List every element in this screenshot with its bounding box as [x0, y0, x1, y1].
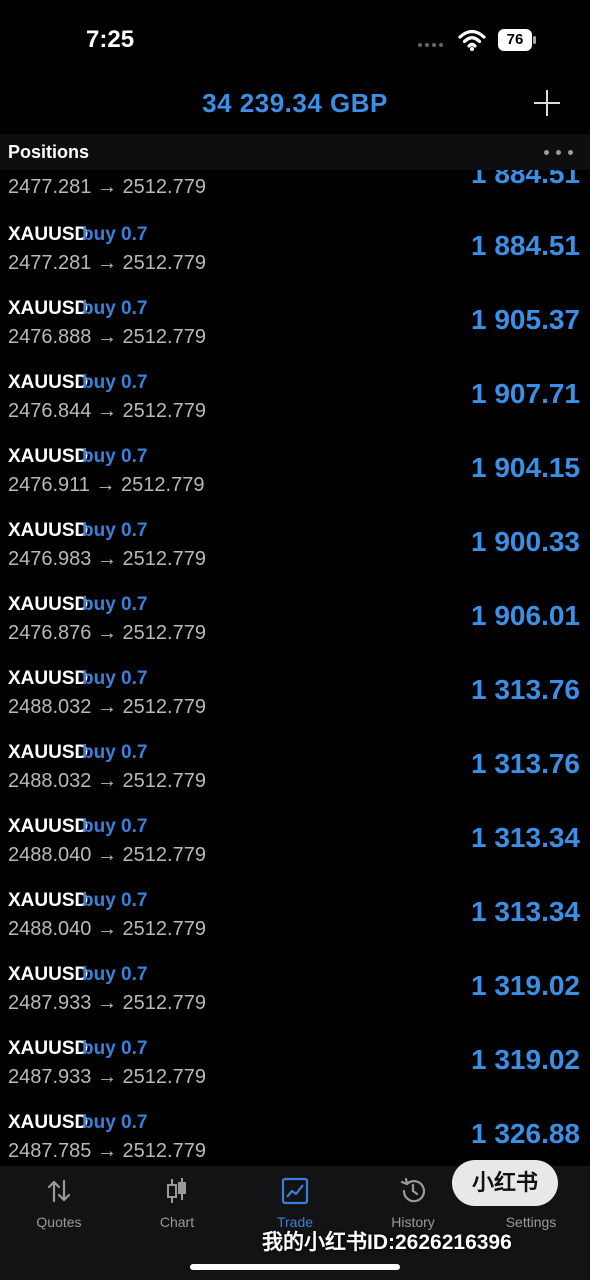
- position-profit: 1 319.02: [471, 970, 580, 1001]
- position-row[interactable]: XAUUSD buy 0.7 2476.844 → 2512.779 1 907…: [0, 364, 590, 438]
- position-prices: 2477.281 → 2512.779: [8, 252, 206, 274]
- position-prices: 2476.983 → 2512.779: [8, 548, 206, 570]
- position-side: buy 0.7: [82, 964, 148, 985]
- position-prices: 2488.032 → 2512.779: [8, 696, 206, 718]
- position-row[interactable]: XAUUSD buy 0.7 2488.040 → 2512.779 1 313…: [0, 808, 590, 882]
- position-symbol: XAUUSD: [8, 1038, 89, 1059]
- position-row[interactable]: XAUUSD buy 0.7 2488.040 → 2512.779 1 313…: [0, 882, 590, 956]
- position-side: buy 0.7: [82, 372, 148, 393]
- position-profit: 1 313.76: [471, 748, 580, 779]
- position-row[interactable]: XAUUSD buy 0.7 2476.888 → 2512.779 1 905…: [0, 290, 590, 364]
- add-order-button[interactable]: [530, 86, 564, 120]
- battery-icon: 76: [498, 29, 536, 51]
- tab-quotes[interactable]: Quotes: [0, 1166, 118, 1246]
- position-symbol: XAUUSD: [8, 668, 89, 689]
- position-prices: 2487.785 → 2512.779: [8, 1140, 206, 1162]
- position-profit: 1 326.88: [471, 1118, 580, 1149]
- history-icon: [400, 1177, 426, 1203]
- account-balance[interactable]: 34 239.34 GBP: [0, 88, 590, 119]
- wifi-icon: [458, 29, 486, 51]
- position-side: buy 0.7: [82, 742, 148, 763]
- position-row[interactable]: XAUUSD buy 0.7 2476.983 → 2512.779 1 900…: [0, 512, 590, 586]
- tab-chart[interactable]: Chart: [118, 1166, 236, 1246]
- tab-label: Chart: [159, 1214, 195, 1230]
- candlestick-icon: [167, 1178, 186, 1203]
- position-profit: 1 313.34: [471, 822, 580, 853]
- position-symbol: XAUUSD: [8, 964, 89, 985]
- position-row[interactable]: XAUUSD buy 0.7 2476.911 → 2512.779 1 904…: [0, 438, 590, 512]
- position-side: buy 0.7: [82, 520, 148, 541]
- position-profit: 1 904.15: [471, 452, 580, 483]
- position-side: buy 0.7: [82, 224, 148, 245]
- position-profit: 1 905.37: [471, 304, 580, 335]
- position-row[interactable]: XAUUSD buy 0.7 2477.281 → 2512.779 1 884…: [0, 216, 590, 290]
- position-side: buy 0.7: [82, 668, 148, 689]
- position-symbol: XAUUSD: [8, 594, 89, 615]
- position-profit: 1 884.51: [471, 230, 580, 261]
- position-prices: 2477.281 → 2512.779: [8, 176, 206, 198]
- position-row[interactable]: XAUUSD buy 0.7 2487.933 → 2512.779 1 319…: [0, 956, 590, 1030]
- position-prices: 2488.040 → 2512.779: [8, 844, 206, 866]
- position-side: buy 0.7: [82, 890, 148, 911]
- header: 34 239.34 GBP: [0, 80, 590, 134]
- watermark-logo: 小红书: [452, 1160, 558, 1206]
- position-profit: 1 906.01: [471, 600, 580, 631]
- status-bar: 7:25 76: [0, 0, 590, 80]
- cellular-signal-icon: [418, 43, 448, 49]
- position-symbol: XAUUSD: [8, 520, 89, 541]
- position-symbol: XAUUSD: [8, 742, 89, 763]
- tab-label: Quotes: [36, 1214, 82, 1230]
- positions-header: Positions: [0, 134, 590, 170]
- battery-level: 76: [498, 29, 532, 51]
- position-prices: 2488.032 → 2512.779: [8, 770, 206, 792]
- position-profit: 1 900.33: [471, 526, 580, 557]
- position-symbol: XAUUSD: [8, 816, 89, 837]
- position-symbol: XAUUSD: [8, 298, 89, 319]
- home-indicator[interactable]: [190, 1264, 400, 1270]
- position-symbol: XAUUSD: [8, 890, 89, 911]
- position-side: buy 0.7: [82, 446, 148, 467]
- position-prices: 2476.888 → 2512.779: [8, 326, 206, 348]
- position-prices: 2487.933 → 2512.779: [8, 992, 206, 1014]
- position-side: buy 0.7: [82, 816, 148, 837]
- position-prices: 2487.933 → 2512.779: [8, 1066, 206, 1088]
- position-row[interactable]: XAUUSD buy 0.7 2487.933 → 2512.779 1 319…: [0, 1030, 590, 1104]
- positions-title: Positions: [8, 142, 90, 162]
- position-profit: 1 319.02: [471, 1044, 580, 1075]
- position-prices: 2476.911 → 2512.779: [8, 474, 205, 496]
- position-prices: 2476.844 → 2512.779: [8, 400, 206, 422]
- position-profit: 1 884.51: [471, 170, 580, 189]
- position-symbol: XAUUSD: [8, 1112, 89, 1133]
- more-options-icon[interactable]: [544, 150, 574, 156]
- position-profit: 1 313.34: [471, 896, 580, 927]
- position-row[interactable]: XAUUSD buy 0.7 2488.032 → 2512.779 1 313…: [0, 734, 590, 808]
- position-row[interactable]: XAUUSD buy 0.7 2476.876 → 2512.779 1 906…: [0, 586, 590, 660]
- position-side: buy 0.7: [82, 594, 148, 615]
- position-side: buy 0.7: [82, 1112, 148, 1133]
- position-row[interactable]: 2477.281 → 2512.779 1 884.51: [0, 170, 590, 200]
- position-prices: 2488.040 → 2512.779: [8, 918, 206, 940]
- position-profit: 1 313.76: [471, 674, 580, 705]
- watermark-text: 我的小红书ID:2626216396: [262, 1231, 512, 1254]
- position-row[interactable]: XAUUSD buy 0.7 2487.785 → 2512.779 1 326…: [0, 1104, 590, 1166]
- position-side: buy 0.7: [82, 1038, 148, 1059]
- position-side: buy 0.7: [82, 298, 148, 319]
- positions-list[interactable]: 2477.281 → 2512.779 1 884.51 XAUUSD buy …: [0, 170, 590, 1166]
- position-symbol: XAUUSD: [8, 372, 89, 393]
- position-symbol: XAUUSD: [8, 446, 89, 467]
- status-time: 7:25: [86, 26, 135, 53]
- position-row[interactable]: XAUUSD buy 0.7 2488.032 → 2512.779 1 313…: [0, 660, 590, 734]
- position-profit: 1 907.71: [471, 378, 580, 409]
- position-symbol: XAUUSD: [8, 224, 89, 245]
- quotes-icon: [47, 1179, 71, 1203]
- position-prices: 2476.876 → 2512.779: [8, 622, 206, 644]
- trade-chart-icon: [281, 1177, 309, 1205]
